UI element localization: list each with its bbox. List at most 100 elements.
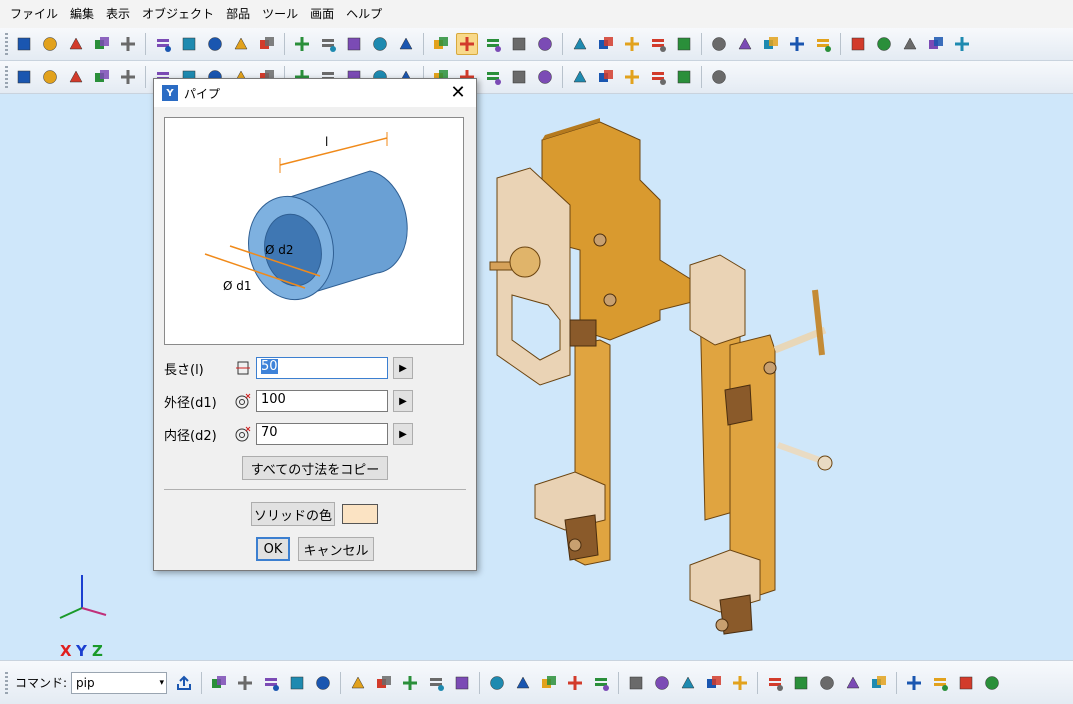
print-icon[interactable] bbox=[204, 33, 226, 55]
red-bars-icon[interactable] bbox=[590, 672, 612, 694]
solid-color-swatch[interactable] bbox=[342, 504, 378, 524]
length-pick-button[interactable]: ▶ bbox=[393, 357, 413, 379]
folder-arrow-icon[interactable] bbox=[703, 672, 725, 694]
red-bars2-icon[interactable] bbox=[625, 672, 647, 694]
outer-diameter-pick-button[interactable]: ▶ bbox=[393, 390, 413, 412]
sphere-icon[interactable] bbox=[569, 33, 591, 55]
pipe-bend-icon[interactable] bbox=[399, 672, 421, 694]
cylinder-icon[interactable] bbox=[369, 33, 391, 55]
cancel-icon[interactable] bbox=[981, 672, 1003, 694]
box-icon[interactable] bbox=[343, 33, 365, 55]
reflect-icon[interactable] bbox=[734, 33, 756, 55]
menu-file[interactable]: ファイル bbox=[4, 0, 64, 28]
table-icon[interactable] bbox=[538, 672, 560, 694]
cylinder-brown-icon[interactable] bbox=[373, 672, 395, 694]
menu-help[interactable]: ヘルプ bbox=[340, 0, 388, 28]
tree-down-icon[interactable] bbox=[790, 672, 812, 694]
spring-icon[interactable] bbox=[647, 33, 669, 55]
sort-icon[interactable] bbox=[486, 672, 508, 694]
frustum-icon[interactable] bbox=[482, 33, 504, 55]
new-file-icon[interactable] bbox=[13, 33, 35, 55]
paste-icon[interactable] bbox=[256, 33, 278, 55]
query-mate-icon[interactable] bbox=[508, 66, 530, 88]
copy-all-dimensions-button[interactable]: すべての寸法をコピー bbox=[242, 456, 388, 480]
push-icon[interactable] bbox=[91, 66, 113, 88]
pull-icon[interactable] bbox=[65, 66, 87, 88]
query-face-icon[interactable] bbox=[621, 66, 643, 88]
toolbar-grip[interactable] bbox=[5, 671, 8, 694]
point-tool-icon[interactable] bbox=[13, 66, 35, 88]
half-sphere-icon[interactable] bbox=[534, 33, 556, 55]
command-input[interactable] bbox=[76, 675, 147, 690]
zoom-window-icon[interactable] bbox=[899, 33, 921, 55]
block-icon[interactable] bbox=[347, 672, 369, 694]
filter-icon[interactable] bbox=[512, 672, 534, 694]
gear-icon[interactable] bbox=[621, 33, 643, 55]
command-combo[interactable]: ▾ bbox=[71, 671, 168, 694]
save-as-icon[interactable] bbox=[178, 33, 200, 55]
query-axis-icon[interactable] bbox=[595, 66, 617, 88]
chevron-down-icon[interactable]: ▾ bbox=[160, 678, 165, 688]
pencil-icon[interactable] bbox=[312, 672, 334, 694]
query-s-icon[interactable] bbox=[234, 672, 256, 694]
part-library-icon[interactable] bbox=[673, 33, 695, 55]
outer-diameter-input[interactable]: 100 bbox=[256, 390, 388, 412]
menu-object[interactable]: オブジェクト bbox=[136, 0, 220, 28]
folder-add-icon[interactable] bbox=[868, 672, 890, 694]
menu-view[interactable]: 表示 bbox=[100, 0, 136, 28]
query-move-icon[interactable] bbox=[569, 66, 591, 88]
query-rotate-icon[interactable] bbox=[534, 66, 556, 88]
red-bars3-icon[interactable] bbox=[651, 672, 673, 694]
query-half-icon[interactable] bbox=[708, 66, 730, 88]
explode-icon[interactable] bbox=[847, 33, 869, 55]
factory-icon[interactable] bbox=[708, 33, 730, 55]
tree-x-icon[interactable] bbox=[816, 672, 838, 694]
tree-up-icon[interactable] bbox=[764, 672, 786, 694]
zoom-all-icon[interactable] bbox=[925, 33, 947, 55]
open-recent-icon[interactable] bbox=[65, 33, 87, 55]
menu-tools[interactable]: ツール bbox=[256, 0, 304, 28]
folder-open-icon[interactable] bbox=[677, 672, 699, 694]
inner-diameter-input[interactable]: 70 bbox=[256, 423, 388, 445]
query-j-icon[interactable] bbox=[286, 672, 308, 694]
delete-x-icon[interactable] bbox=[39, 66, 61, 88]
save-icon[interactable] bbox=[117, 33, 139, 55]
folder-delete-icon[interactable] bbox=[929, 672, 951, 694]
move-icon[interactable] bbox=[117, 66, 139, 88]
array-icon[interactable] bbox=[786, 33, 808, 55]
open-folder-icon[interactable] bbox=[39, 33, 61, 55]
folder-check-icon[interactable] bbox=[903, 672, 925, 694]
check-icon[interactable] bbox=[955, 672, 977, 694]
query-yellow-icon[interactable] bbox=[208, 672, 230, 694]
save-all-icon[interactable] bbox=[152, 33, 174, 55]
toolbar-grip[interactable] bbox=[5, 66, 8, 88]
tree-swap-icon[interactable] bbox=[842, 672, 864, 694]
query-s-red-icon[interactable] bbox=[260, 672, 282, 694]
import-icon[interactable] bbox=[91, 33, 113, 55]
dialog-titlebar[interactable]: Y パイプ ✕ bbox=[154, 79, 476, 107]
toolbar-grip[interactable] bbox=[5, 33, 8, 55]
undo-icon[interactable] bbox=[291, 33, 313, 55]
thread-icon[interactable] bbox=[595, 33, 617, 55]
color-cube-icon[interactable] bbox=[951, 33, 973, 55]
solid-color-button[interactable]: ソリッドの色 bbox=[251, 502, 335, 526]
menu-screen[interactable]: 画面 bbox=[304, 0, 340, 28]
close-icon[interactable]: ✕ bbox=[446, 81, 470, 105]
cancel-button[interactable]: キャンセル bbox=[298, 537, 374, 561]
length-input[interactable]: 50 bbox=[256, 357, 388, 379]
assembly-icon[interactable] bbox=[812, 33, 834, 55]
wedge-icon[interactable] bbox=[395, 33, 417, 55]
menu-edit[interactable]: 編集 bbox=[64, 0, 100, 28]
menu-part[interactable]: 部品 bbox=[220, 0, 256, 28]
text-a-icon[interactable] bbox=[425, 672, 447, 694]
cycle-icon[interactable] bbox=[729, 672, 751, 694]
query-heart-icon[interactable] bbox=[647, 66, 669, 88]
cone-icon[interactable] bbox=[430, 33, 452, 55]
tree-icon[interactable] bbox=[451, 672, 473, 694]
torus-icon[interactable] bbox=[508, 33, 530, 55]
rotate-copy-icon[interactable] bbox=[760, 33, 782, 55]
redo-icon[interactable] bbox=[317, 33, 339, 55]
copy-icon[interactable] bbox=[230, 33, 252, 55]
inner-diameter-pick-button[interactable]: ▶ bbox=[393, 423, 413, 445]
monitor-icon[interactable] bbox=[873, 33, 895, 55]
